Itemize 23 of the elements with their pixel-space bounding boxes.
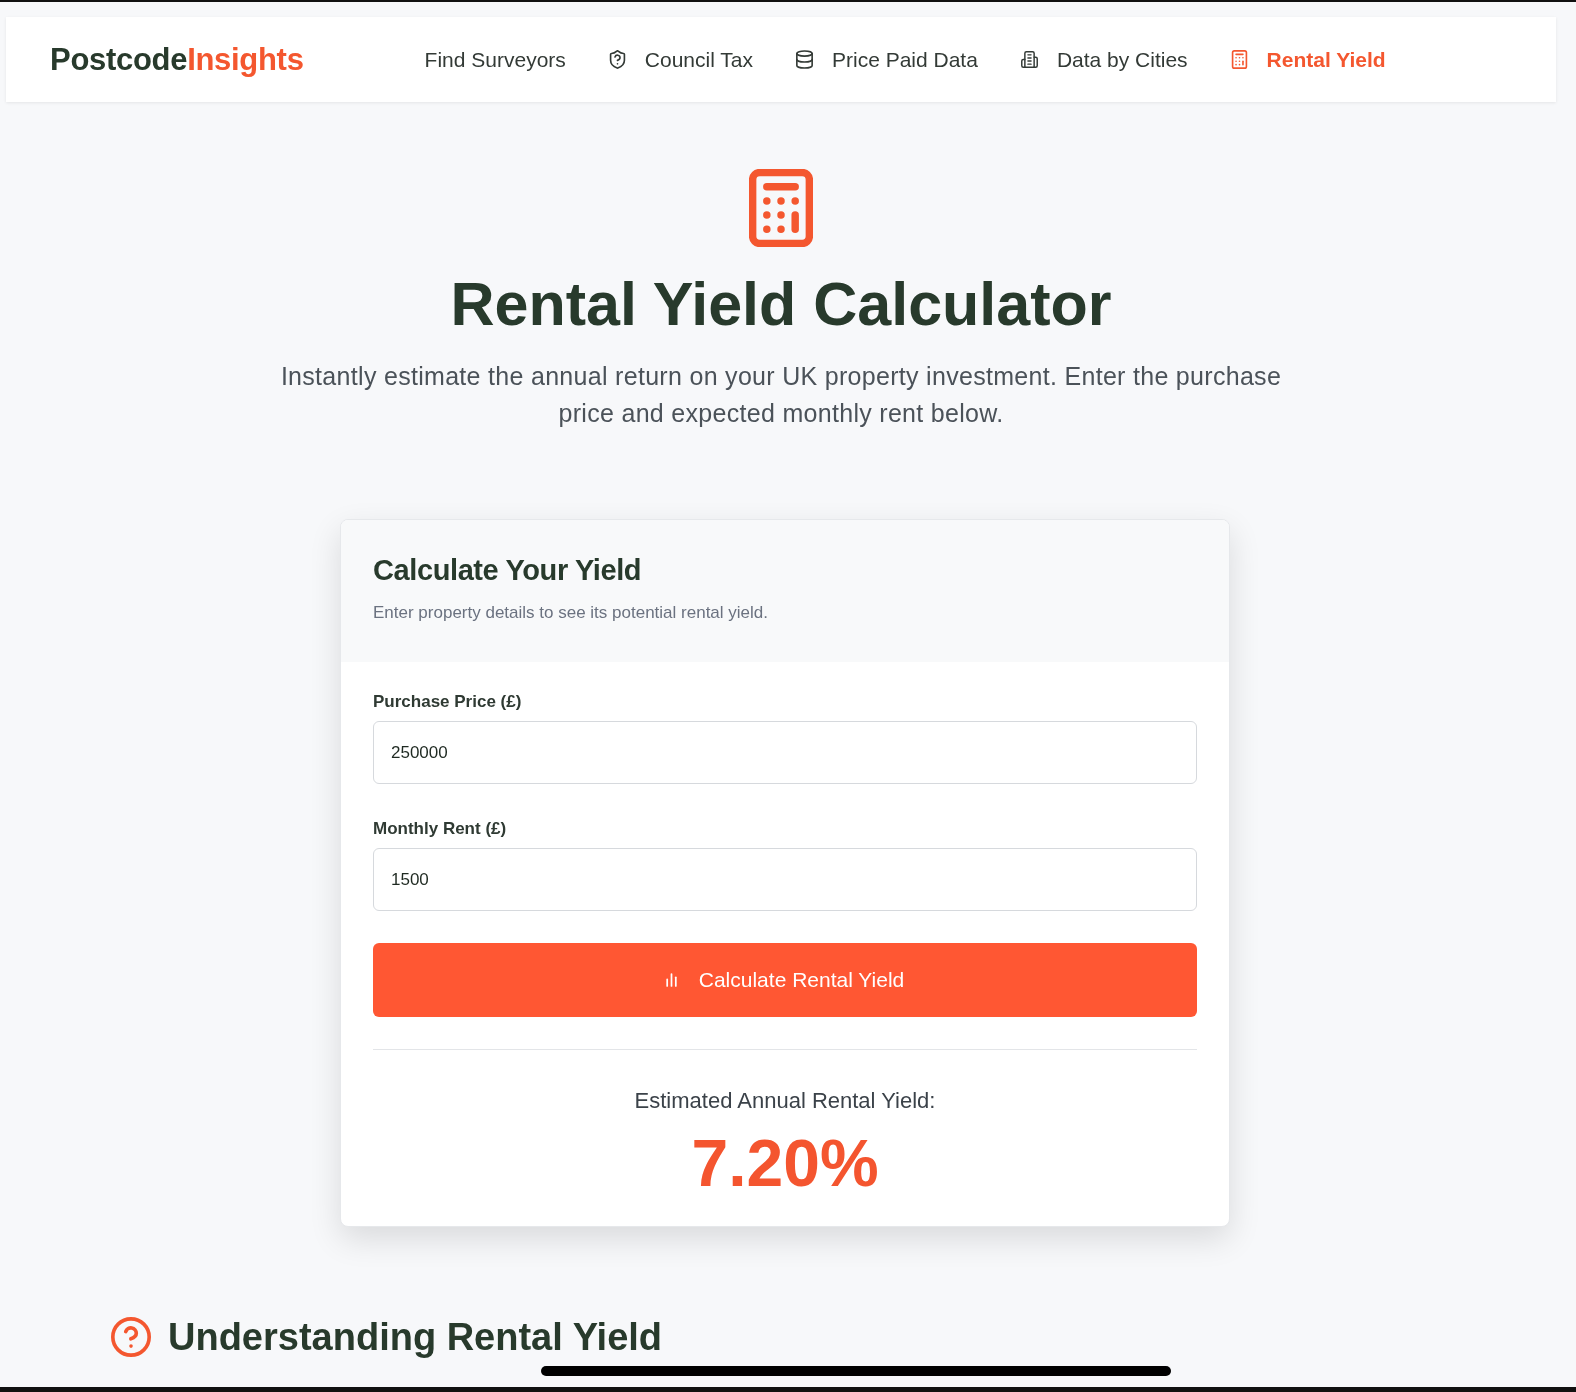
field-label: Monthly Rent (£)	[373, 818, 508, 840]
input-field[interactable]: 1500	[373, 848, 1197, 911]
result-value: 7.20%	[690, 1125, 880, 1202]
field-label: Purchase Price (£)	[373, 691, 523, 713]
card-title: Calculate Your Yield	[373, 553, 643, 588]
help-circle-icon	[111, 1317, 151, 1357]
bar-chart-icon	[665, 973, 677, 987]
building-icon	[1020, 50, 1038, 69]
card-subtitle: Enter property details to see its potential rental yield.	[373, 602, 769, 624]
section-title: Understanding Rental Yield	[168, 1315, 663, 1360]
calculator-icon	[749, 169, 813, 247]
shield-question-icon	[608, 50, 626, 69]
page-subtitle: Instantly estimate the annual return on your UK property investment. Enter the purchase price and expected monthly rent below.	[279, 361, 1283, 429]
nav-link[interactable]: Price Paid Data	[796, 47, 978, 72]
database-icon	[796, 50, 813, 69]
nav-link[interactable]: Data by Cities	[1020, 47, 1188, 72]
calculator-icon	[1230, 50, 1248, 69]
page-title: Rental Yield Calculator	[450, 269, 1112, 340]
input-field[interactable]: 250000	[373, 721, 1197, 784]
result-label: Estimated Annual Rental Yield:	[633, 1087, 937, 1115]
nav-link[interactable]: Find Surveyors	[424, 47, 566, 72]
logo[interactable]: PostcodeInsights	[50, 41, 304, 78]
nav-link[interactable]: Council Tax	[608, 47, 753, 72]
